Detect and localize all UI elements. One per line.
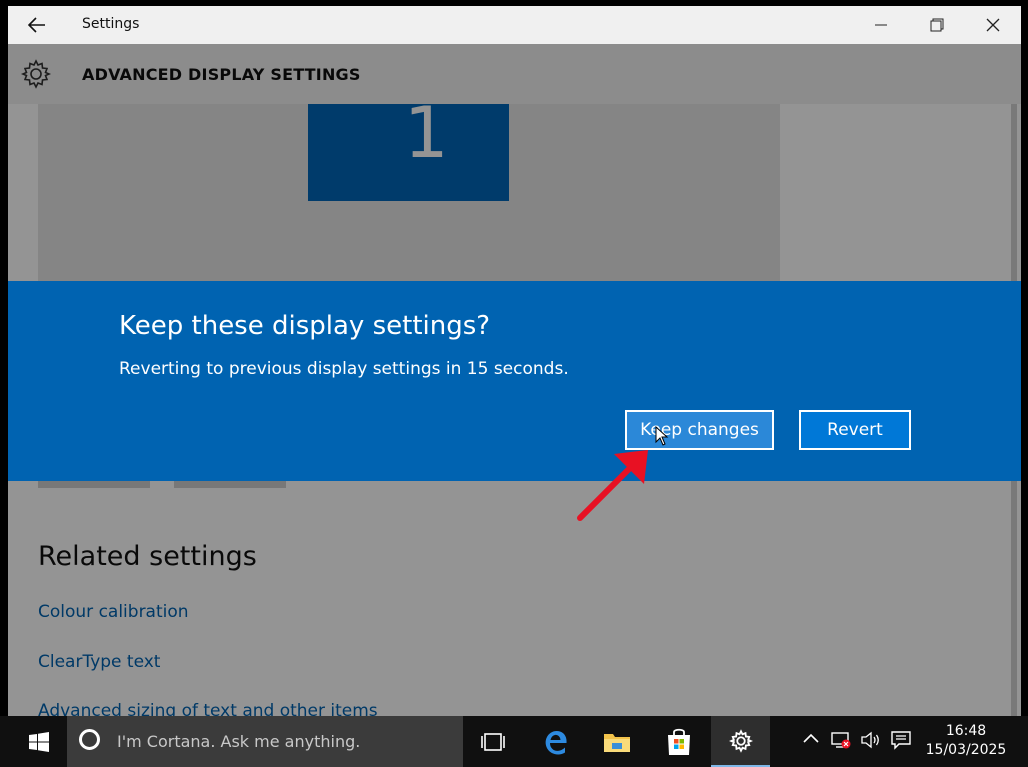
back-arrow-icon[interactable] <box>8 6 66 44</box>
search-placeholder: I'm Cortana. Ask me anything. <box>117 732 361 751</box>
dialog-title: Keep these display settings? <box>119 311 491 341</box>
minimize-button[interactable] <box>853 6 909 44</box>
edge-icon[interactable] <box>528 716 582 767</box>
volume-icon[interactable] <box>860 730 882 754</box>
close-button[interactable] <box>965 6 1021 44</box>
store-icon[interactable] <box>652 716 706 767</box>
keep-display-settings-dialog: Keep these display settings? Reverting t… <box>8 281 1021 481</box>
notifications-icon[interactable] <box>890 730 912 754</box>
keep-changes-button[interactable]: Keep changes <box>625 410 774 450</box>
clock-time: 16:48 <box>945 723 987 739</box>
mouse-cursor-icon <box>655 426 669 446</box>
start-button[interactable] <box>12 716 66 767</box>
windows-logo-icon <box>29 731 49 752</box>
chevron-up-icon[interactable] <box>803 730 819 749</box>
task-view-icon[interactable] <box>466 716 520 767</box>
taskbar-clock[interactable]: 16:48 15/03/2025 <box>922 722 1010 760</box>
revert-button[interactable]: Revert <box>799 410 911 450</box>
taskbar: I'm Cortana. Ask me anything. 16:48 15/0… <box>0 716 1028 767</box>
annotation-arrow-icon <box>577 450 648 521</box>
clock-date: 15/03/2025 <box>925 742 1007 758</box>
window-title: Settings <box>82 16 140 32</box>
dialog-message: Reverting to previous display settings i… <box>119 359 569 379</box>
settings-taskbar-icon[interactable] <box>711 716 770 767</box>
restore-button[interactable] <box>909 6 965 44</box>
cortana-search-box[interactable]: I'm Cortana. Ask me anything. <box>67 716 463 767</box>
file-explorer-icon[interactable] <box>590 716 644 767</box>
title-bar: Settings <box>8 6 1021 44</box>
cortana-icon <box>79 729 100 750</box>
network-icon[interactable] <box>830 730 852 754</box>
